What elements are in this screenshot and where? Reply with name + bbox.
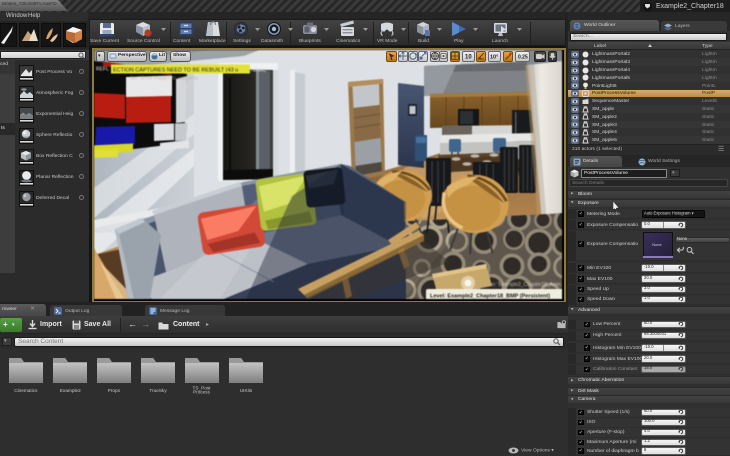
svg-text:REFL: REFL: [96, 66, 109, 72]
svg-text:0.25: 0.25: [518, 55, 528, 61]
svg-text:Set 'Show images' to suppress: Set 'Show images' to suppress: [130, 75, 199, 81]
svg-text:Level: Example2_Chapter18_BMP: Level: Example2_Chapter18_BMP (Persisten…: [430, 293, 550, 299]
svg-text:10: 10: [465, 55, 472, 61]
svg-text:ECTION CAPTURES NEED TO BE REB: ECTION CAPTURES NEED TO BE REBUILT (43 u: [113, 67, 238, 73]
svg-text:10°: 10°: [490, 55, 498, 61]
svg-text:nbuilt): nbuilt): [251, 67, 266, 73]
